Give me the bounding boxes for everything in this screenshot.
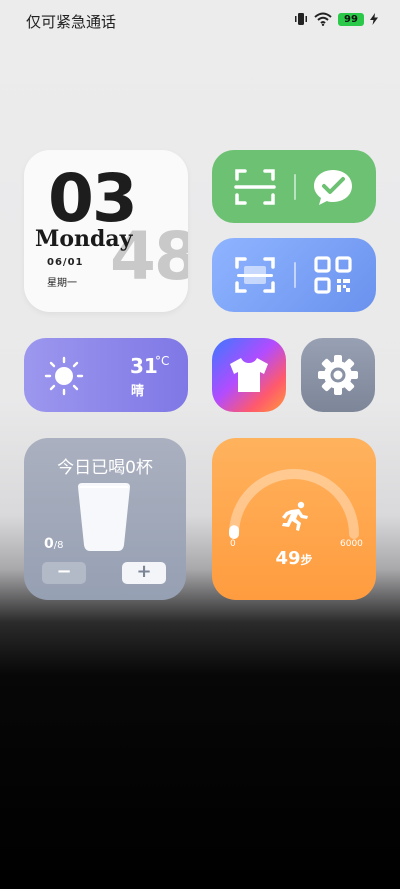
steps-widget[interactable]: 0 6000 49步 (212, 438, 376, 600)
scan-icon[interactable] (234, 166, 276, 208)
date-time-widget[interactable]: 48 03 Monday 06/01 星期一 (24, 150, 188, 312)
carrier-status: 仅可紧急通话 (26, 13, 117, 31)
wechat-icon[interactable] (312, 166, 354, 208)
gear-icon (318, 355, 358, 395)
status-bar: 仅可紧急通话 99 (0, 0, 400, 40)
divider (294, 174, 296, 200)
water-count-value: 0 (44, 536, 54, 552)
temperature-value: 31 (130, 354, 158, 378)
weekday-chinese: 星期一 (47, 278, 77, 289)
qr-code-icon[interactable] (312, 254, 354, 296)
divider (294, 262, 296, 288)
qr-scan-widget (212, 238, 376, 312)
steps-value: 49 (275, 548, 301, 569)
water-title: 今日已喝0杯 (57, 458, 153, 478)
sun-icon (44, 356, 84, 396)
wifi-icon (314, 12, 332, 26)
vibrate-icon (295, 13, 307, 25)
water-count: 0/8 (44, 536, 63, 552)
steps-count: 49步 (212, 548, 376, 569)
water-intake-widget: 今日已喝0杯 0/8 − + (24, 438, 186, 600)
weather-widget[interactable]: 31 °C 晴 (24, 338, 188, 412)
increase-water-button[interactable]: + (122, 562, 166, 584)
theme-app-icon[interactable] (212, 338, 286, 412)
temperature-unit: °C (155, 354, 170, 368)
cup-icon (78, 483, 130, 551)
water-goal: /8 (53, 540, 64, 551)
tshirt-icon (230, 358, 268, 392)
scan-icon[interactable] (234, 254, 276, 296)
steps-unit: 步 (300, 553, 313, 567)
weather-condition: 晴 (131, 384, 145, 399)
running-icon (282, 501, 308, 531)
status-icons: 99 (294, 12, 378, 26)
decrease-water-button[interactable]: − (42, 562, 86, 584)
wechat-scan-widget (212, 150, 376, 223)
date-text: 06/01 (47, 257, 84, 268)
settings-app-icon[interactable] (301, 338, 375, 412)
charging-icon (370, 13, 378, 25)
battery-icon: 99 (338, 12, 364, 26)
weekday-english: Monday (35, 226, 133, 252)
